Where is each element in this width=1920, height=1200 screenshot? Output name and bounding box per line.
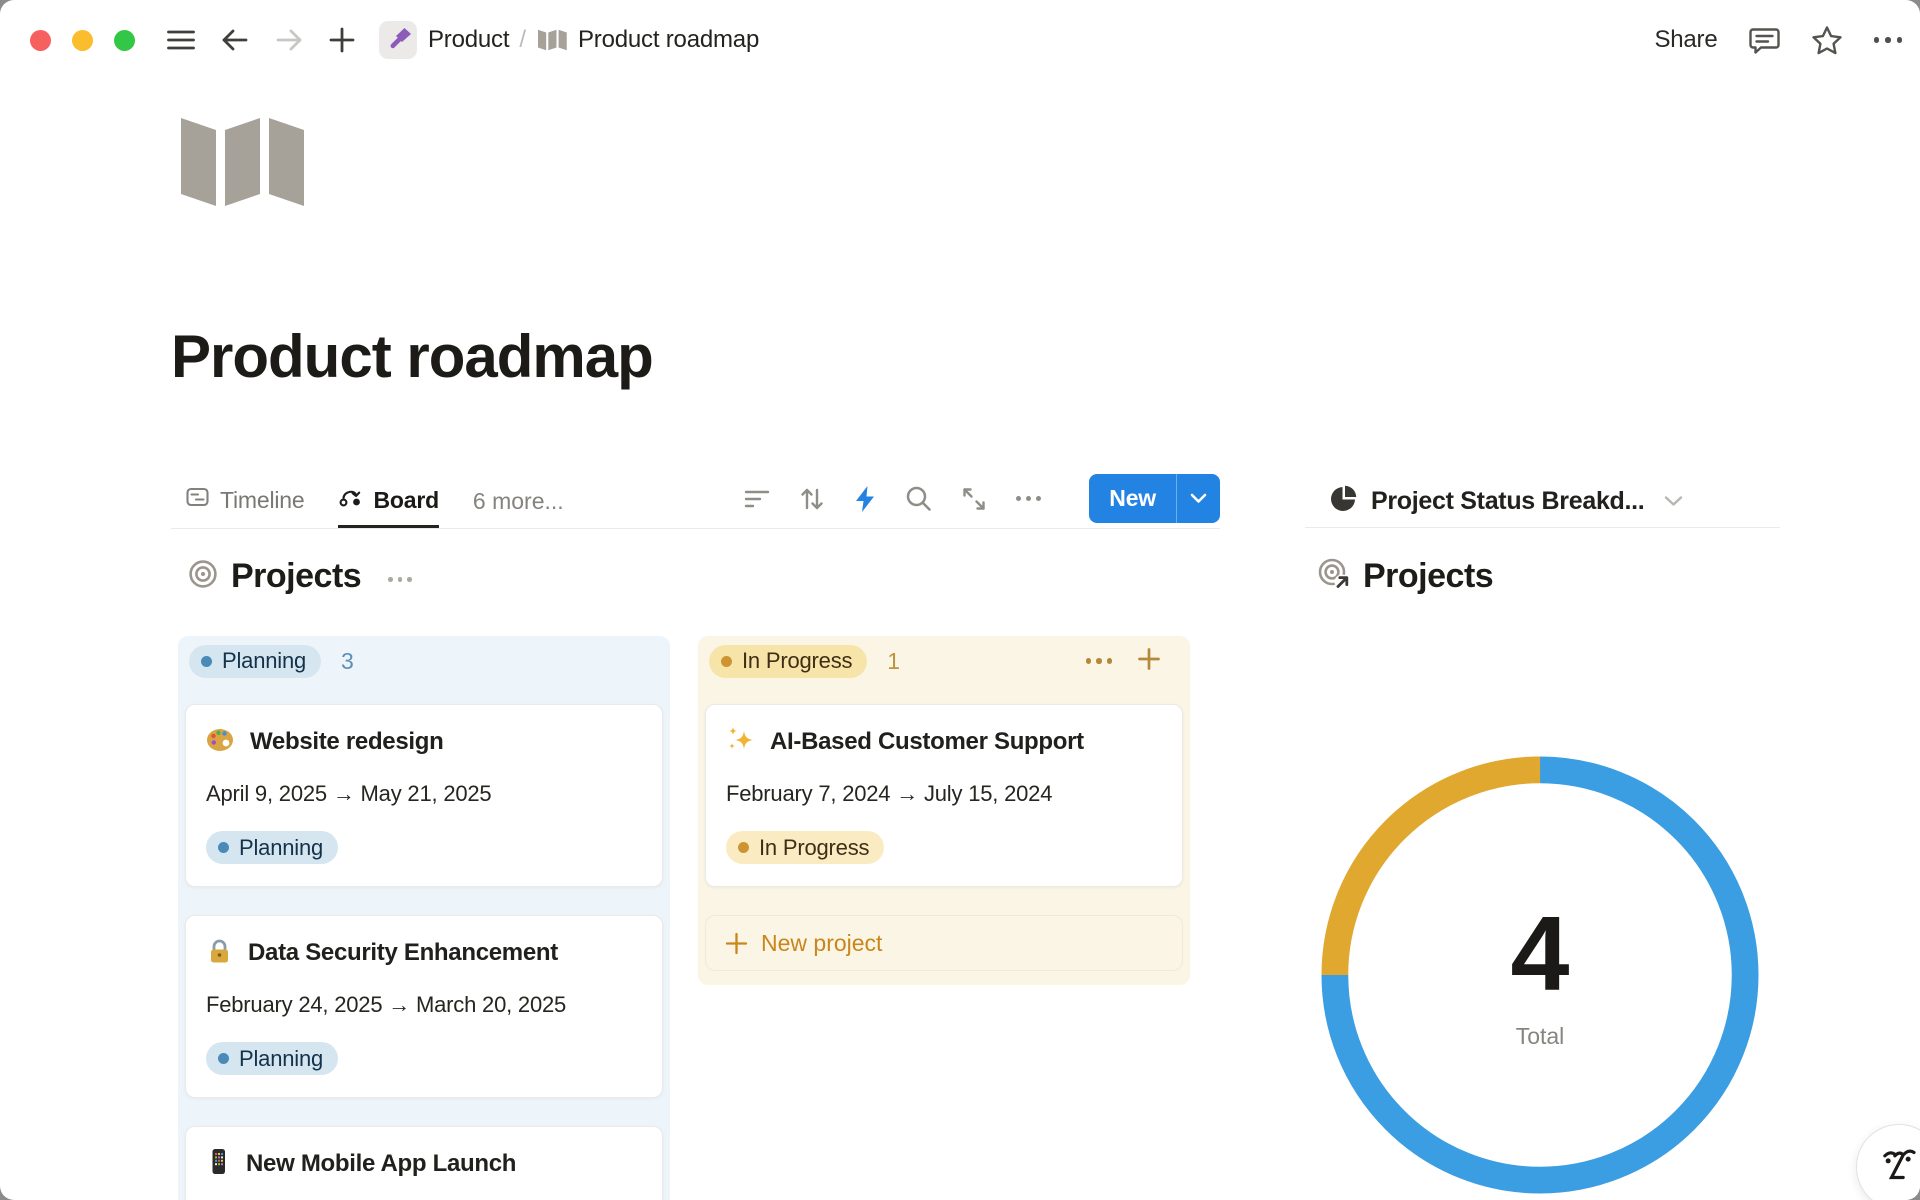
minimize-window-button[interactable] <box>72 30 93 51</box>
card-title: New Mobile App Launch <box>246 1150 516 1178</box>
kanban-board: Planning 3 Website redesign April 9, 202… <box>178 636 1190 1200</box>
tab-board[interactable]: Board <box>338 475 438 528</box>
donut-chart: 4 Total <box>1320 755 1760 1195</box>
more-options-icon[interactable] <box>1874 37 1903 43</box>
page-title[interactable]: Product roadmap <box>171 322 653 391</box>
status-pill-planning[interactable]: Planning <box>189 645 321 678</box>
app-window: Product / Product roadmap Share Product … <box>0 0 1920 1200</box>
chart-selector-label[interactable]: Project Status Breakd... <box>1371 487 1644 516</box>
window-titlebar: Product / Product roadmap Share <box>0 0 1920 80</box>
pie-chart-icon <box>1330 485 1357 517</box>
mobile-phone-icon <box>206 1148 231 1180</box>
new-entry-button[interactable]: New <box>1089 474 1220 523</box>
map-icon <box>538 29 567 51</box>
board-database-title[interactable]: Projects <box>188 557 412 596</box>
tab-label: Timeline <box>220 487 304 514</box>
column-planning: Planning 3 Website redesign April 9, 202… <box>178 636 670 1200</box>
sort-icon[interactable] <box>799 486 825 512</box>
view-more-icon[interactable] <box>1016 496 1041 501</box>
new-project-label: New project <box>761 930 882 957</box>
card-title: Data Security Enhancement <box>248 939 558 967</box>
project-card[interactable]: AI-Based Customer Support February 7, 20… <box>705 704 1183 887</box>
filter-icon[interactable] <box>744 488 770 510</box>
expand-icon[interactable] <box>961 486 987 512</box>
database-section: Timeline Board 6 more... <box>171 475 1220 529</box>
forward-arrow-icon[interactable] <box>275 28 303 52</box>
column-count: 1 <box>887 648 900 675</box>
breadcrumb-page-label[interactable]: Product roadmap <box>578 26 759 54</box>
column-menu-icon[interactable] <box>1086 658 1113 664</box>
status-dot <box>721 656 732 667</box>
tag-label: Planning <box>239 1046 323 1072</box>
new-button-label[interactable]: New <box>1089 485 1176 512</box>
status-label: In Progress <box>742 648 852 674</box>
close-window-button[interactable] <box>30 30 51 51</box>
linked-target-icon <box>1318 558 1350 595</box>
column-header: In Progress 1 <box>705 644 1183 678</box>
card-dates: February 7, 2024 → July 15, 2024 <box>726 781 1162 807</box>
project-card[interactable]: New Mobile App Launch May 1, 2025 → May … <box>185 1126 663 1200</box>
hammer-icon <box>385 25 411 56</box>
favorite-star-icon[interactable] <box>1811 25 1843 56</box>
status-pill-in-progress[interactable]: In Progress <box>709 645 867 678</box>
palette-icon <box>206 726 235 758</box>
column-add-icon[interactable] <box>1137 647 1161 676</box>
breadcrumb-workspace[interactable] <box>379 21 417 59</box>
lightning-icon[interactable] <box>854 485 876 513</box>
notion-ai-button[interactable] <box>1856 1124 1920 1200</box>
chart-panel: Project Status Breakd... Projects 4 Tota… <box>1305 475 1780 528</box>
sparkles-icon <box>726 725 755 759</box>
card-status-tag: Planning <box>206 1042 338 1075</box>
tag-label: Planning <box>239 835 323 861</box>
column-header: Planning 3 <box>185 644 663 678</box>
chart-heading-label[interactable]: Projects <box>1363 557 1493 596</box>
card-status-tag: In Progress <box>726 831 884 864</box>
status-dot <box>218 842 229 853</box>
status-dot <box>738 842 749 853</box>
ai-face-icon <box>1879 1145 1919 1190</box>
status-label: Planning <box>222 648 306 674</box>
timeline-icon <box>185 485 210 515</box>
zoom-window-button[interactable] <box>114 30 135 51</box>
more-views-button[interactable]: 6 more... <box>473 488 564 515</box>
card-dates: April 9, 2025 → May 21, 2025 <box>206 781 642 807</box>
column-count: 3 <box>341 648 354 675</box>
project-card[interactable]: Data Security Enhancement February 24, 2… <box>185 915 663 1098</box>
share-button[interactable]: Share <box>1654 26 1717 54</box>
status-dot <box>201 656 212 667</box>
comments-icon[interactable] <box>1749 25 1780 55</box>
breadcrumb-workspace-label[interactable]: Product <box>428 26 509 54</box>
new-tab-plus-icon[interactable] <box>329 27 355 53</box>
tag-label: In Progress <box>759 835 869 861</box>
breadcrumb-separator: / <box>519 26 526 54</box>
view-tab-bar: Timeline Board 6 more... <box>171 475 1220 529</box>
board-heading-label[interactable]: Projects <box>231 557 361 596</box>
search-icon[interactable] <box>905 485 932 512</box>
back-arrow-icon[interactable] <box>221 28 249 52</box>
tab-timeline[interactable]: Timeline <box>185 475 304 528</box>
board-heading-menu-icon[interactable] <box>388 577 412 582</box>
card-title: Website redesign <box>250 728 443 756</box>
chart-selector[interactable]: Project Status Breakd... <box>1305 475 1780 528</box>
board-icon <box>338 485 363 515</box>
project-card[interactable]: Website redesign April 9, 2025 → May 21,… <box>185 704 663 887</box>
view-toolbar: New <box>744 475 1220 528</box>
target-icon <box>188 559 218 594</box>
chevron-down-icon <box>1664 495 1683 507</box>
status-dot <box>218 1053 229 1064</box>
column-in-progress: In Progress 1 <box>698 636 1190 985</box>
new-project-button[interactable]: New project <box>705 915 1183 971</box>
chart-database-title[interactable]: Projects <box>1318 557 1493 596</box>
card-dates: February 24, 2025 → March 20, 2025 <box>206 992 642 1018</box>
card-status-tag: Planning <box>206 831 338 864</box>
hamburger-menu-icon[interactable] <box>167 28 195 52</box>
card-title: AI-Based Customer Support <box>770 728 1084 756</box>
new-button-dropdown[interactable] <box>1177 493 1220 504</box>
page-icon-map[interactable] <box>181 117 305 212</box>
tab-label: Board <box>373 487 438 514</box>
lock-icon <box>206 937 233 970</box>
